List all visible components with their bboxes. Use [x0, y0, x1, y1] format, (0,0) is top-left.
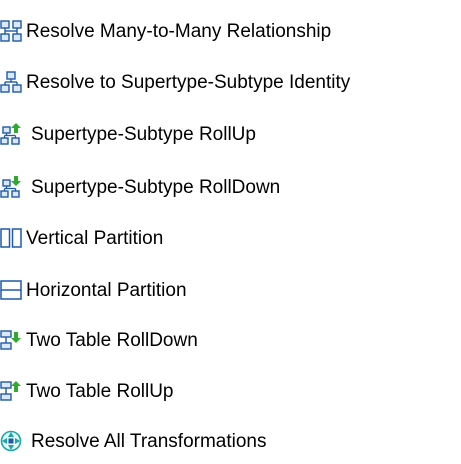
menu-item-label: Supertype-Subtype RollDown — [31, 176, 281, 198]
menu-item-supertype-subtype-rolldown[interactable]: Supertype-Subtype RollDown — [0, 167, 280, 207]
menu-item-horizontal-partition[interactable]: Horizontal Partition — [0, 270, 187, 310]
vertical-partition-icon — [0, 227, 22, 249]
supertype-subtype-hierarchy-icon — [0, 71, 22, 93]
menu-item-label: Two Table RollUp — [26, 380, 174, 402]
two-table-rollup-icon — [0, 380, 22, 402]
transformation-menu: Resolve Many-to-Many Relationship Resolv… — [0, 0, 461, 464]
menu-item-label: Resolve Many-to-Many Relationship — [26, 20, 332, 42]
supertype-rolldown-icon — [0, 176, 22, 198]
menu-item-label: Horizontal Partition — [26, 279, 187, 301]
resolve-all-icon — [0, 430, 22, 452]
menu-item-label: Vertical Partition — [26, 227, 164, 249]
two-table-rolldown-icon — [0, 329, 22, 351]
menu-item-label: Resolve to Supertype-Subtype Identity — [26, 71, 351, 93]
menu-item-resolve-many-to-many[interactable]: Resolve Many-to-Many Relationship — [0, 11, 331, 51]
menu-item-supertype-subtype-rollup[interactable]: Supertype-Subtype RollUp — [0, 114, 256, 154]
menu-item-label: Resolve All Transformations — [31, 430, 267, 452]
menu-item-two-table-rollup[interactable]: Two Table RollUp — [0, 371, 174, 411]
many-to-many-entities-icon — [0, 20, 22, 42]
menu-item-resolve-all-transformations[interactable]: Resolve All Transformations — [0, 421, 267, 461]
menu-item-label: Two Table RollDown — [26, 329, 198, 351]
menu-item-label: Supertype-Subtype RollUp — [31, 123, 256, 145]
menu-item-two-table-rolldown[interactable]: Two Table RollDown — [0, 320, 198, 360]
horizontal-partition-icon — [0, 279, 22, 301]
supertype-rollup-icon — [0, 123, 22, 145]
menu-item-resolve-supertype-subtype-identity[interactable]: Resolve to Supertype-Subtype Identity — [0, 62, 350, 102]
menu-item-vertical-partition[interactable]: Vertical Partition — [0, 218, 163, 258]
